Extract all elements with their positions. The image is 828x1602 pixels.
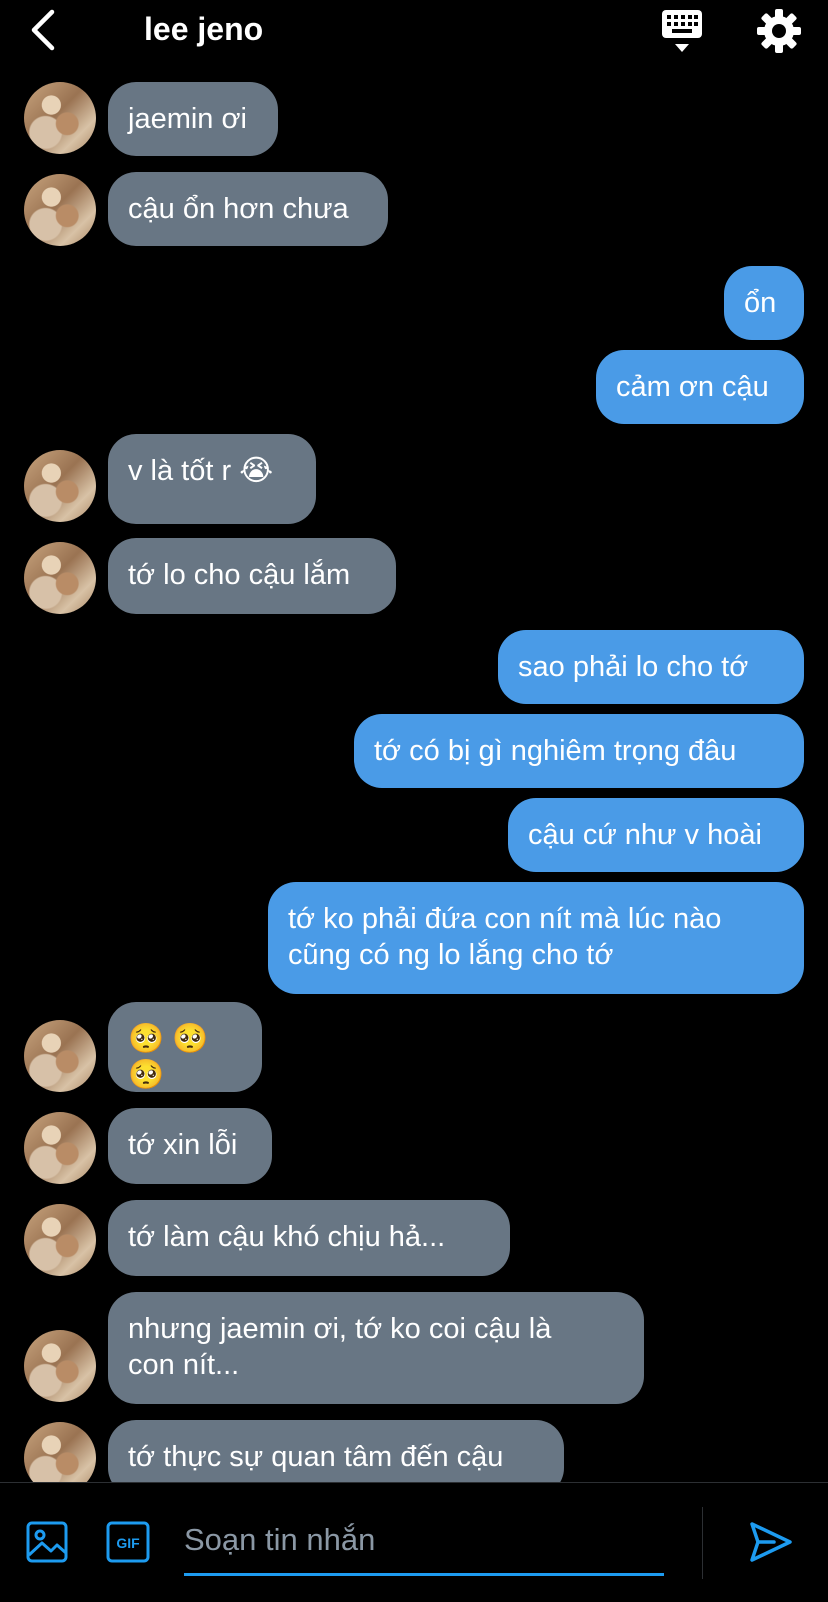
avatar[interactable] — [24, 450, 96, 522]
avatar[interactable] — [24, 1330, 96, 1402]
avatar[interactable] — [24, 542, 96, 614]
avatar[interactable] — [24, 1112, 96, 1184]
image-icon[interactable] — [26, 1521, 68, 1563]
outgoing-message[interactable]: tớ ko phải đứa con nít mà lúc nào cũng c… — [268, 882, 804, 994]
outgoing-message[interactable]: cậu cứ như v hoài — [508, 798, 804, 872]
outgoing-message[interactable]: tớ có bị gì nghiêm trọng đâu — [354, 714, 804, 788]
outgoing-message[interactable]: sao phải lo cho tớ — [498, 630, 804, 704]
chevron-left-icon[interactable] — [26, 8, 62, 52]
gif-icon[interactable]: GIF — [106, 1521, 150, 1563]
incoming-message[interactable]: cậu ổn hơn chưa — [108, 172, 388, 246]
outgoing-message[interactable]: cảm ơn cậu — [596, 350, 804, 424]
avatar[interactable] — [24, 1204, 96, 1276]
incoming-message[interactable]: 🥺 🥺 🥺 — [108, 1002, 262, 1092]
conversation-header: lee jeno — [0, 0, 828, 60]
gif-label: GIF — [116, 1535, 140, 1551]
outgoing-message[interactable]: ổn — [724, 266, 804, 340]
incoming-message[interactable]: tớ thực sự quan tâm đến cậu — [108, 1420, 564, 1482]
avatar[interactable] — [24, 174, 96, 246]
incoming-message[interactable]: nhưng jaemin ơi, tớ ko coi cậu là con ní… — [108, 1292, 644, 1404]
message-thread[interactable]: jaemin ơi cậu ổn hơn chưa ổn cảm ơn cậu … — [0, 0, 828, 1482]
gear-icon[interactable] — [756, 8, 802, 54]
send-icon[interactable] — [748, 1519, 794, 1565]
incoming-message[interactable]: v là tốt r 😭 — [108, 434, 316, 524]
avatar[interactable] — [24, 1422, 96, 1482]
message-composer: GIF — [0, 1482, 828, 1602]
conversation-title: lee jeno — [144, 11, 264, 47]
incoming-message[interactable]: tớ làm cậu khó chịu hả... — [108, 1200, 510, 1276]
avatar[interactable] — [24, 82, 96, 154]
keyboard-icon[interactable] — [660, 8, 704, 54]
avatar[interactable] — [24, 1020, 96, 1092]
incoming-message[interactable]: jaemin ơi — [108, 82, 278, 156]
incoming-message[interactable]: tớ xin lỗi — [108, 1108, 272, 1184]
message-input[interactable] — [184, 1507, 664, 1576]
incoming-message[interactable]: tớ lo cho cậu lắm — [108, 538, 396, 614]
divider — [702, 1507, 703, 1579]
